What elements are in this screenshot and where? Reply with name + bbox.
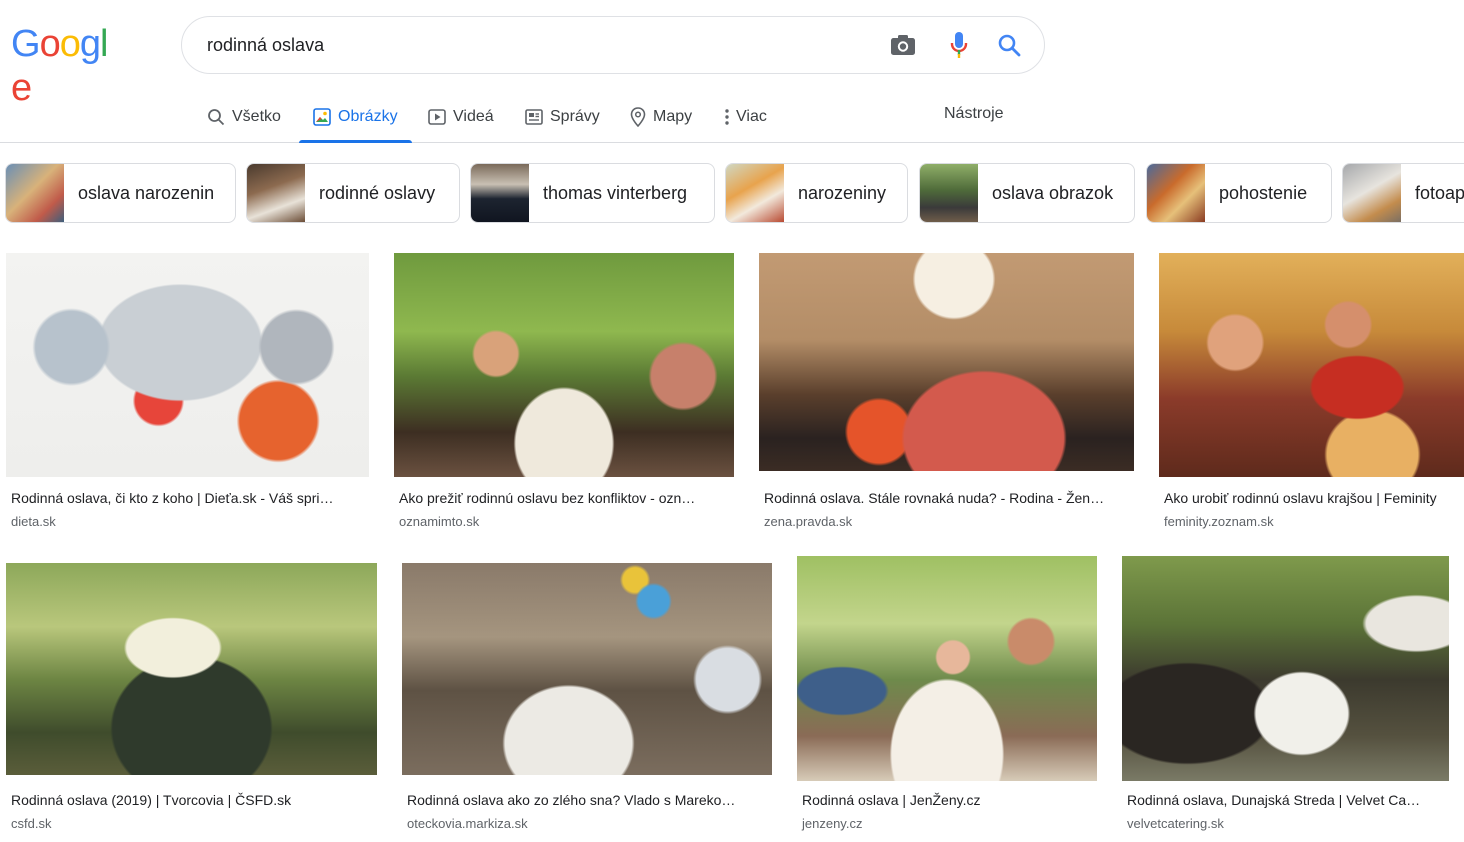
image-result[interactable]: Rodinná oslava, Dunajská Streda | Velvet… xyxy=(1122,556,1449,838)
image-result[interactable]: Rodinná oslava. Stále rovnaká nuda? - Ro… xyxy=(759,253,1134,533)
tab-label: Obrázky xyxy=(338,108,398,125)
search-icon[interactable] xyxy=(994,30,1024,60)
result-title[interactable]: Rodinná oslava | JenŽeny.cz xyxy=(802,792,1097,808)
logo-letter: g xyxy=(79,23,101,65)
logo-letter: l xyxy=(99,23,109,65)
tab-news[interactable]: Správy xyxy=(525,92,600,142)
search-bar xyxy=(181,16,1045,74)
tab-label: Viac xyxy=(736,108,767,125)
image-result[interactable]: Ako prežiť rodinnú oslavu bez konfliktov… xyxy=(394,253,734,533)
tab-label: Všetko xyxy=(232,108,281,125)
news-icon xyxy=(525,109,543,125)
chip[interactable]: fotoap xyxy=(1342,163,1464,223)
result-image[interactable] xyxy=(759,253,1134,471)
tab-label: Videá xyxy=(453,108,494,125)
result-image[interactable] xyxy=(394,253,734,477)
search-input[interactable] xyxy=(207,17,867,73)
image-result[interactable]: Rodinná oslava (2019) | Tvorcovia | ČSFD… xyxy=(6,563,377,838)
chip-label: narozeniny xyxy=(798,182,887,203)
result-title[interactable]: Rodinná oslava (2019) | Tvorcovia | ČSFD… xyxy=(11,792,371,808)
result-source: zena.pravda.sk xyxy=(764,514,853,529)
result-title[interactable]: Rodinná oslava, Dunajská Streda | Velvet… xyxy=(1127,792,1447,808)
chip-label: rodinné oslavy xyxy=(319,182,436,203)
more-vert-icon xyxy=(725,109,729,125)
result-source: dieta.sk xyxy=(11,514,56,529)
chip[interactable]: rodinné oslavy xyxy=(246,163,460,223)
image-result[interactable]: Rodinná oslava ako zo zlého sna? Vlado s… xyxy=(402,563,772,838)
chip-label: oslava narozenin xyxy=(78,182,215,203)
tab-label: Mapy xyxy=(653,108,693,125)
tab-all[interactable]: Všetko xyxy=(207,92,281,142)
tab-label: Správy xyxy=(550,108,600,125)
result-image[interactable] xyxy=(6,253,369,477)
chip-thumbnail xyxy=(920,164,978,222)
pin-icon xyxy=(630,107,646,127)
chip-label: thomas vinterberg xyxy=(543,182,688,203)
chip[interactable]: oslava narozenin xyxy=(5,163,236,223)
chip-thumbnail xyxy=(726,164,784,222)
camera-icon[interactable] xyxy=(888,30,918,60)
result-title[interactable]: Rodinná oslava. Stále rovnaká nuda? - Ro… xyxy=(764,490,1129,506)
logo-letter: G xyxy=(11,23,41,65)
tab-maps[interactable]: Mapy xyxy=(630,92,692,142)
image-result[interactable]: Ako urobiť rodinnú oslavu krajšou | Femi… xyxy=(1159,253,1464,533)
result-source: oznamimto.sk xyxy=(399,514,480,529)
tools-button[interactable]: Nástroje xyxy=(944,92,1004,136)
result-title[interactable]: Ako urobiť rodinnú oslavu krajšou | Femi… xyxy=(1164,490,1464,506)
chip[interactable]: thomas vinterberg xyxy=(470,163,715,223)
chip-thumbnail xyxy=(6,164,64,222)
image-icon xyxy=(313,108,331,126)
search-icon xyxy=(208,109,225,126)
result-source: velvetcatering.sk xyxy=(1127,816,1224,831)
result-image[interactable] xyxy=(1159,253,1464,477)
result-title[interactable]: Rodinná oslava, či kto z koho | Dieťa.sk… xyxy=(11,490,363,506)
microphone-icon[interactable] xyxy=(944,30,974,60)
result-source: jenzeny.cz xyxy=(802,816,863,831)
image-result[interactable]: Rodinná oslava | JenŽeny.cz jenzeny.cz xyxy=(797,556,1097,838)
result-image[interactable] xyxy=(1122,556,1449,781)
related-chips: oslava narozenin rodinné oslavy thomas v… xyxy=(0,163,1464,223)
chip[interactable]: pohostenie xyxy=(1146,163,1332,223)
result-source: feminity.zoznam.sk xyxy=(1164,514,1274,529)
logo-letter: o xyxy=(59,23,81,65)
chip-thumbnail xyxy=(1343,164,1401,222)
chip[interactable]: narozeniny xyxy=(725,163,908,223)
chip[interactable]: oslava obrazok xyxy=(919,163,1135,223)
tab-images[interactable]: Obrázky xyxy=(299,92,412,143)
logo-letter: o xyxy=(39,23,61,65)
chip-label: fotoap xyxy=(1415,182,1464,203)
image-result[interactable]: Rodinná oslava, či kto z koho | Dieťa.sk… xyxy=(6,253,370,533)
chip-thumbnail xyxy=(471,164,529,222)
chip-label: oslava obrazok xyxy=(992,182,1114,203)
chip-thumbnail xyxy=(1147,164,1205,222)
google-logo[interactable]: Google xyxy=(11,22,127,109)
play-icon xyxy=(428,109,446,125)
tab-videos[interactable]: Videá xyxy=(428,92,494,142)
tab-more[interactable]: Viac xyxy=(724,92,767,142)
result-image[interactable] xyxy=(797,556,1097,781)
result-source: oteckovia.markiza.sk xyxy=(407,816,528,831)
result-title[interactable]: Rodinná oslava ako zo zlého sna? Vlado s… xyxy=(407,792,767,808)
search-tabs: Všetko Obrázky Videá Správy Mapy Viac Ná… xyxy=(0,92,1464,143)
result-source: csfd.sk xyxy=(11,816,52,831)
tools-label: Nástroje xyxy=(944,105,1004,122)
chip-thumbnail xyxy=(247,164,305,222)
result-image[interactable] xyxy=(402,563,772,775)
result-image[interactable] xyxy=(6,563,377,775)
chip-label: pohostenie xyxy=(1219,182,1308,203)
result-title[interactable]: Ako prežiť rodinnú oslavu bez konfliktov… xyxy=(399,490,729,506)
